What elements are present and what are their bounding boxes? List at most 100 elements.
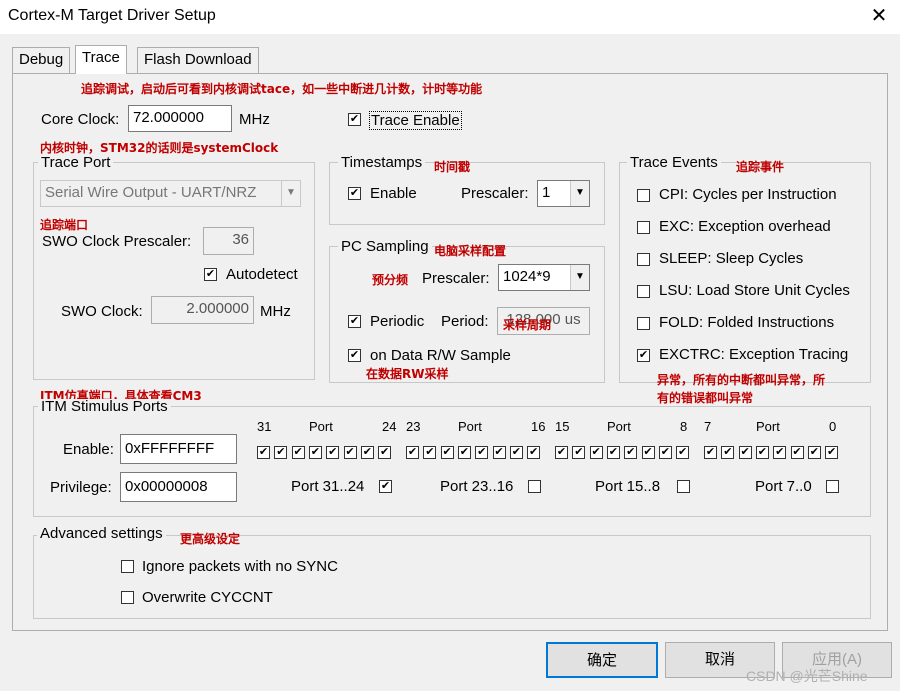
swo-clock-unit: MHz [260, 303, 291, 320]
ok-button[interactable]: 确定 [546, 642, 658, 678]
periodic-checkbox[interactable]: ✔ [348, 315, 361, 328]
check-icon: ✔ [792, 446, 802, 458]
trace-enable-checkbox[interactable]: ✔ [348, 113, 361, 126]
itm-group-1-privilege-checkbox[interactable] [528, 480, 541, 493]
exctrc-checkbox[interactable]: ✔ [637, 349, 650, 362]
itm-port-bit-checkbox[interactable]: ✔ [738, 446, 752, 459]
itm-port-bit-checkbox[interactable]: ✔ [360, 446, 374, 459]
itm-port-bit-checkbox[interactable]: ✔ [475, 446, 489, 459]
trace-port-select[interactable]: Serial Wire Output - UART/NRZ ▼ [40, 180, 301, 207]
itm-port-bit-checkbox[interactable]: ✔ [308, 446, 322, 459]
sleep-checkbox[interactable] [637, 253, 650, 266]
itm-port-bit-checkbox[interactable]: ✔ [492, 446, 506, 459]
check-icon: ✔ [826, 446, 837, 458]
tab-flash-download[interactable]: Flash Download [137, 47, 259, 73]
itm-port-bit-checkbox[interactable]: ✔ [721, 446, 735, 459]
swo-clock-label: SWO Clock: [61, 303, 143, 320]
period-label: Period: [441, 313, 489, 330]
itm-port-bit-checkbox[interactable]: ✔ [326, 446, 340, 459]
timestamps-prescaler-select[interactable]: 1 ▼ [537, 180, 590, 207]
itm-port-bit-checkbox[interactable]: ✔ [555, 446, 568, 459]
overwrite-cyccnt-checkbox[interactable] [121, 591, 134, 604]
trace-event-lsu[interactable]: LSU: Load Store Unit Cycles [636, 282, 868, 314]
itm-port-bit-checkbox[interactable]: ✔ [274, 446, 288, 459]
exc-checkbox[interactable] [637, 221, 650, 234]
trace-event-cpi[interactable]: CPI: Cycles per Instruction [636, 186, 868, 218]
itm-port-bit-checkbox[interactable]: ✔ [773, 446, 787, 459]
itm-group-2-hi-label: 15 [555, 419, 570, 434]
timestamps-enable-checkbox[interactable]: ✔ [348, 187, 361, 200]
check-icon: ✔ [459, 446, 469, 458]
check-icon: ✔ [293, 446, 303, 458]
itm-port-bit-checkbox[interactable]: ✔ [825, 446, 839, 459]
pc-prescaler-select[interactable]: 1024*9 ▼ [498, 264, 590, 291]
check-icon: ✔ [276, 446, 286, 458]
itm-port-bit-checkbox[interactable]: ✔ [457, 446, 471, 459]
trace-enable-label: Trace Enable [369, 111, 462, 130]
annotation-exctrc-1: 异常，所有的中断都叫异常，所 [657, 373, 826, 387]
trace-event-sleep[interactable]: SLEEP: Sleep Cycles [636, 250, 868, 282]
itm-port-bit-checkbox[interactable]: ✔ [343, 446, 357, 459]
tab-debug[interactable]: Debug [12, 47, 71, 73]
data-rw-label: on Data R/W Sample [370, 347, 511, 364]
itm-port-bit-checkbox[interactable]: ✔ [589, 446, 603, 459]
itm-group-1-hi-label: 23 [406, 419, 421, 434]
close-icon[interactable]: ✕ [868, 4, 890, 28]
itm-group-0-privilege-checkbox[interactable]: ✔ [379, 480, 392, 493]
itm-port-bit-checkbox[interactable]: ✔ [406, 446, 419, 459]
itm-port-bit-checkbox[interactable]: ✔ [676, 446, 690, 459]
itm-port-bit-checkbox[interactable]: ✔ [755, 446, 769, 459]
itm-port-bit-checkbox[interactable]: ✔ [624, 446, 638, 459]
itm-port-bit-checkbox[interactable]: ✔ [378, 446, 392, 459]
fold-checkbox[interactable] [637, 317, 650, 330]
ignore-sync-checkbox[interactable] [121, 560, 134, 573]
check-icon: ✔ [349, 187, 360, 199]
core-clock-input[interactable]: 72.000000 [128, 105, 232, 132]
itm-privilege-input[interactable]: 0x00000008 [120, 472, 237, 502]
tab-trace[interactable]: Trace [75, 45, 127, 74]
itm-group-3-lo-label: 0 [829, 419, 837, 434]
check-icon: ✔ [380, 480, 391, 492]
itm-port-bit-checkbox[interactable]: ✔ [807, 446, 821, 459]
check-icon: ✔ [677, 446, 688, 458]
check-icon: ✔ [310, 446, 320, 458]
itm-group-0-lo-label: 24 [382, 419, 397, 434]
check-icon: ✔ [574, 446, 584, 458]
fold-label: FOLD: Folded Instructions [659, 314, 835, 331]
itm-port-bit-checkbox[interactable]: ✔ [291, 446, 305, 459]
itm-port-bit-checkbox[interactable]: ✔ [440, 446, 454, 459]
itm-port-bit-checkbox[interactable]: ✔ [423, 446, 437, 459]
itm-port-bit-checkbox[interactable]: ✔ [527, 446, 541, 459]
itm-port-bit-checkbox[interactable]: ✔ [572, 446, 586, 459]
pc-prescaler-value: 1024*9 [503, 268, 551, 285]
pc-sampling-title: PC Sampling [338, 239, 432, 255]
trace-events-title: Trace Events [627, 155, 721, 171]
itm-port-bit-checkbox[interactable]: ✔ [606, 446, 620, 459]
itm-group-2-privilege-checkbox[interactable] [677, 480, 690, 493]
itm-port-bit-checkbox[interactable]: ✔ [704, 446, 717, 459]
itm-port-bit-checkbox[interactable]: ✔ [658, 446, 672, 459]
check-icon: ✔ [477, 446, 487, 458]
cpi-checkbox[interactable] [637, 189, 650, 202]
itm-port-bit-checkbox[interactable]: ✔ [257, 446, 270, 459]
annotation-trace-events: 追踪事件 [736, 160, 785, 174]
itm-port-bit-checkbox[interactable]: ✔ [790, 446, 804, 459]
itm-group-1-privilege-label: Port 23..16 [440, 478, 514, 495]
itm-port-bit-checkbox[interactable]: ✔ [509, 446, 523, 459]
lsu-checkbox[interactable] [637, 285, 650, 298]
autodetect-checkbox[interactable]: ✔ [204, 268, 217, 281]
trace-event-fold[interactable]: FOLD: Folded Instructions [636, 314, 868, 346]
swo-prescaler-input[interactable]: 36 [203, 227, 254, 255]
annotation-advanced: 更高级设定 [180, 532, 241, 546]
cpi-label: CPI: Cycles per Instruction [659, 186, 837, 203]
trace-event-exc[interactable]: EXC: Exception overhead [636, 218, 868, 250]
data-rw-checkbox[interactable]: ✔ [348, 349, 361, 362]
itm-enable-input[interactable]: 0xFFFFFFFF [120, 434, 237, 464]
swo-clock-input[interactable]: 2.000000 [151, 296, 254, 324]
itm-group-0-privilege-label: Port 31..24 [291, 478, 365, 495]
check-icon: ✔ [591, 446, 601, 458]
itm-group-2-port-label: Port [607, 419, 631, 434]
trace-events-list: CPI: Cycles per Instruction EXC: Excepti… [636, 186, 868, 378]
itm-group-3-privilege-checkbox[interactable] [826, 480, 839, 493]
itm-port-bit-checkbox[interactable]: ✔ [641, 446, 655, 459]
